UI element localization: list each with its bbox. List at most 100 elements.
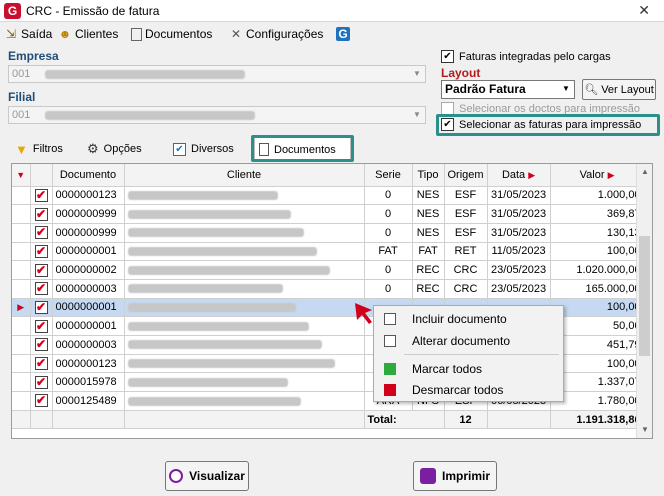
col-data[interactable]: Data ▶	[487, 164, 551, 187]
cell-origem: ESF	[444, 204, 488, 224]
checkmark-icon[interactable]: ✔	[34, 207, 48, 221]
cell-serie: 0	[364, 223, 413, 243]
layout-label: Layout	[441, 66, 481, 80]
scroll-up-icon[interactable]: ▲	[637, 164, 652, 180]
row-checkbox[interactable]: ✔	[30, 298, 53, 318]
close-icon[interactable]: ✕	[638, 2, 650, 19]
vertical-scrollbar[interactable]: ▲ ▼	[636, 164, 652, 438]
row-checkbox[interactable]: ✔	[30, 223, 53, 243]
checkmark-icon[interactable]: ✔	[34, 226, 48, 240]
checkmark-icon[interactable]: ✔	[34, 188, 48, 202]
chevron-down-icon: ▼	[562, 84, 570, 93]
checkmark-icon[interactable]: ✔	[34, 263, 48, 277]
exit-icon: ⇲	[5, 27, 17, 41]
row-checkbox[interactable]: ✔	[30, 186, 53, 206]
row-checkbox[interactable]: ✔	[30, 204, 53, 224]
cell-data: 31/05/2023	[487, 204, 551, 224]
menu-incluir-documento[interactable]: Incluir documento	[374, 309, 563, 329]
menu-configuracoes[interactable]: ✕ Configurações	[229, 25, 323, 43]
checkmark-icon[interactable]: ✔	[34, 300, 48, 314]
cell-documento: 0000015978	[52, 372, 125, 393]
tab-opcoes[interactable]: ⚙ Opções	[83, 137, 146, 161]
checkmark-icon[interactable]: ✔	[34, 357, 48, 371]
filial-select[interactable]: 001 ▼	[8, 106, 426, 124]
cell-origem: ESF	[444, 186, 488, 206]
col-valor[interactable]: Valor ▶	[550, 164, 645, 187]
printer-icon	[419, 468, 436, 484]
blurred-text	[127, 359, 335, 369]
checkmark-icon[interactable]: ✔	[34, 282, 48, 296]
cell-serie: 0	[364, 279, 413, 299]
context-menu: Incluir documento Alterar documento Marc…	[373, 305, 564, 402]
col-documento[interactable]: Documento	[52, 164, 125, 187]
cell-cliente	[124, 186, 365, 206]
cell-valor: 1.020.000,00	[550, 260, 645, 280]
cell-cliente	[124, 242, 365, 262]
checkmark-icon[interactable]: ✔	[34, 338, 48, 352]
tab-diversos[interactable]: ✔ Diversos	[169, 137, 238, 161]
row-checkbox[interactable]: ✔	[30, 242, 53, 262]
menu-marcar-todos[interactable]: Marcar todos	[374, 359, 563, 379]
blurred-text	[127, 340, 322, 350]
ver-layout-button[interactable]: 🔍︎ Ver Layout	[582, 79, 656, 100]
checkmark-icon[interactable]: ✔	[34, 375, 48, 389]
menu-clientes[interactable]: ☻ Clientes	[58, 25, 119, 43]
checkmark-icon[interactable]: ✔	[34, 319, 48, 333]
cell-data: 23/05/2023	[487, 260, 551, 280]
cell-origem: ESF	[444, 223, 488, 243]
menu-saida[interactable]: ⇲ Saída	[4, 25, 52, 43]
row-checkbox[interactable]: ✔	[30, 391, 53, 411]
grid-header: ▼ Documento Cliente Serie Tipo Origem Da…	[12, 164, 645, 187]
row-checkbox[interactable]: ✔	[30, 316, 53, 336]
options-icon: ⚙	[87, 141, 99, 156]
empresa-select[interactable]: 001 ▼	[8, 65, 426, 83]
faturas-integradas-checkbox[interactable]: ✔	[441, 50, 454, 63]
row-indicator	[12, 354, 31, 374]
table-row[interactable]: ✔ 0000000002 0 REC CRC 23/05/2023 1.020.000,00	[12, 260, 645, 280]
table-row[interactable]: ✔ 0000000003 0 REC CRC 23/05/2023 165.000,00	[12, 279, 645, 299]
col-tipo[interactable]: Tipo	[412, 164, 445, 187]
blurred-text	[45, 69, 246, 79]
col-indicator[interactable]: ▼	[12, 164, 31, 187]
cell-valor: 100,00	[550, 242, 645, 262]
blurred-text	[45, 110, 256, 120]
col-cliente[interactable]: Cliente	[124, 164, 365, 187]
cell-documento: 0000000003	[52, 335, 125, 355]
cell-data: 31/05/2023	[487, 186, 551, 206]
row-checkbox[interactable]: ✔	[30, 335, 53, 355]
checkmark-icon[interactable]: ✔	[34, 244, 48, 258]
scrollbar-thumb[interactable]	[639, 236, 650, 356]
edit-document-icon	[384, 335, 396, 347]
row-checkbox[interactable]: ✔	[30, 354, 53, 374]
cell-documento: 0000000123	[52, 186, 125, 206]
table-row[interactable]: ✔ 0000000001 FAT FAT RET 11/05/2023 100,00	[12, 242, 645, 262]
faturas-integradas-option[interactable]: ✔ Faturas integradas pelo cargas	[441, 50, 611, 63]
row-indicator	[12, 260, 31, 280]
row-checkbox[interactable]: ✔	[30, 372, 53, 393]
col-origem[interactable]: Origem	[444, 164, 488, 187]
row-checkbox[interactable]: ✔	[30, 260, 53, 280]
cell-valor: 1.780,00	[550, 391, 645, 411]
magnifier-icon: 🔍︎	[584, 84, 599, 96]
checkbox-icon: ✔	[173, 142, 186, 156]
menu-desmarcar-todos[interactable]: Desmarcar todos	[374, 380, 563, 400]
checkmark-icon[interactable]: ✔	[34, 394, 48, 408]
table-row[interactable]: ✔ 0000000123 0 NES ESF 31/05/2023 1.000,00	[12, 186, 645, 206]
imprimir-button[interactable]: Imprimir	[413, 461, 497, 491]
blurred-text	[127, 265, 330, 275]
menu-g[interactable]: G	[336, 25, 350, 43]
cell-valor: 451,79	[550, 335, 645, 355]
menu-alterar-documento[interactable]: Alterar documento	[374, 331, 563, 351]
document-icon	[131, 27, 142, 41]
cell-documento: 0000000001	[52, 316, 125, 336]
table-row[interactable]: ✔ 0000000999 0 NES ESF 31/05/2023 130,13	[12, 223, 645, 243]
scroll-down-icon[interactable]: ▼	[637, 422, 652, 438]
cell-documento: 0000000999	[52, 223, 125, 243]
menu-documentos[interactable]: Documentos	[131, 25, 212, 43]
row-checkbox[interactable]: ✔	[30, 279, 53, 299]
layout-select[interactable]: Padrão Fatura ▼	[441, 80, 575, 99]
col-serie[interactable]: Serie	[364, 164, 413, 187]
table-row[interactable]: ✔ 0000000999 0 NES ESF 31/05/2023 369,87	[12, 204, 645, 224]
visualizar-button[interactable]: Visualizar	[165, 461, 249, 491]
tab-filtros[interactable]: ▼ Filtros	[11, 137, 67, 161]
